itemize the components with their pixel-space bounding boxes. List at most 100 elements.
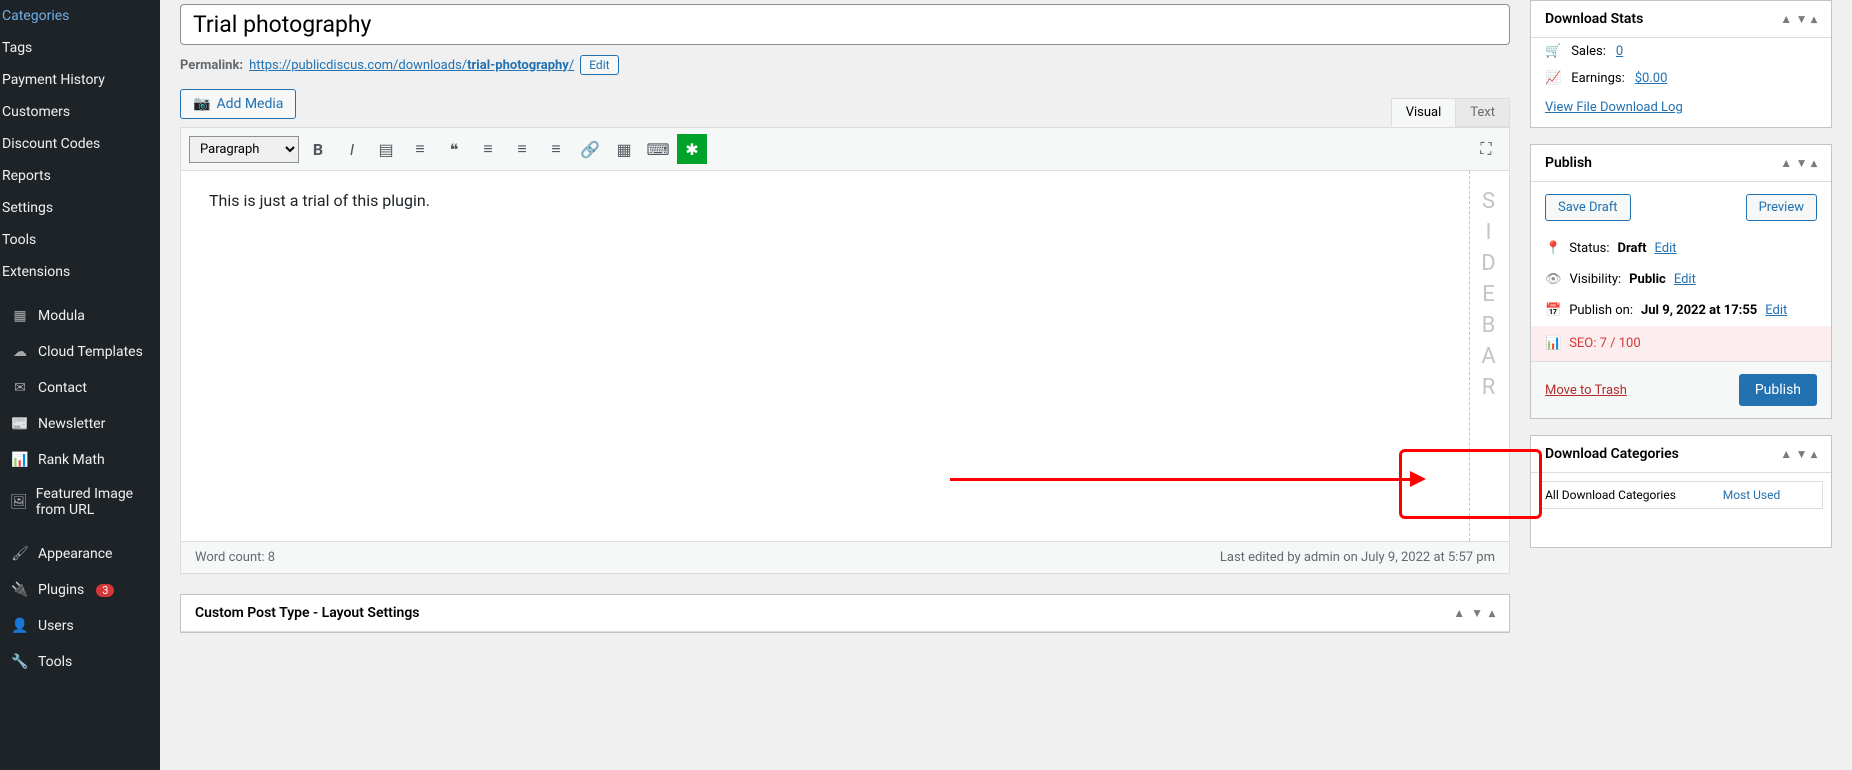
move-to-trash-link[interactable]: Move to Trash [1545,383,1627,398]
status-label: Status: [1569,241,1609,256]
publish-on-value: Jul 9, 2022 at 17:55 [1641,303,1757,318]
publish-title: Publish [1545,155,1592,171]
move-down-icon[interactable]: ▼ [1471,606,1483,620]
earnings-value[interactable]: $0.00 [1635,71,1668,86]
publish-on-edit-link[interactable]: Edit [1765,303,1787,318]
seo-score-row: 📊 SEO: 7 / 100 [1531,326,1831,361]
editor-toolbar: Paragraph B I ▤ ≡ ❝ ≡ ≡ ≡ 🔗 ▦ ⌨ ✱ ⛶ [181,128,1509,171]
download-stats-panel: Download Stats ▲ ▼ ▴ 🛒 Sales: 0 📈 Earnin… [1530,0,1832,128]
sidebar-customers[interactable]: Customers [0,96,160,128]
brush-icon: 🖌 [10,544,30,564]
visibility-label: Visibility: [1570,272,1622,287]
permalink-edit-button[interactable]: Edit [580,55,618,75]
toggle-icon[interactable]: ▴ [1811,447,1817,461]
view-download-log-link[interactable]: View File Download Log [1531,92,1831,127]
align-left-button[interactable]: ≡ [473,134,503,164]
tab-most-used[interactable]: Most Used [1681,482,1822,508]
permalink-url[interactable]: https://publicdiscus.com/downloads/trial… [249,58,574,73]
move-down-icon[interactable]: ▼ [1796,447,1808,461]
sidebar-contact[interactable]: ✉Contact [0,370,160,406]
earnings-label: Earnings: [1571,71,1625,86]
download-stats-title: Download Stats [1545,11,1643,27]
move-up-icon[interactable]: ▲ [1780,12,1792,26]
image-icon: 🖼 [10,492,28,512]
seo-score: SEO: 7 / 100 [1569,336,1640,351]
sidebar-categories[interactable]: Categories [0,0,160,32]
sidebar-settings[interactable]: Settings [0,192,160,224]
sidebar-reports[interactable]: Reports [0,160,160,192]
sidebar-tools[interactable]: Tools [0,224,160,256]
permalink-row: Permalink: https://publicdiscus.com/down… [180,55,1510,75]
sidebar-modula[interactable]: ▦Modula [0,298,160,334]
sidebar-payment-history[interactable]: Payment History [0,64,160,96]
more-button[interactable]: ▦ [609,134,639,164]
eye-icon: 👁 [1545,272,1562,287]
status-value: Draft [1618,241,1647,256]
bold-button[interactable]: B [303,134,333,164]
editor-content[interactable]: This is just a trial of this plugin. [181,171,1469,541]
editor-box: Paragraph B I ▤ ≡ ❝ ≡ ≡ ≡ 🔗 ▦ ⌨ ✱ ⛶ This… [180,127,1510,574]
preview-button[interactable]: Preview [1746,194,1817,221]
last-edited: Last edited by admin on July 9, 2022 at … [1220,550,1495,565]
align-center-button[interactable]: ≡ [507,134,537,164]
save-draft-button[interactable]: Save Draft [1545,194,1631,221]
align-right-button[interactable]: ≡ [541,134,571,164]
calendar-icon: 📅 [1545,303,1561,318]
admin-sidebar: Categories Tags Payment History Customer… [0,0,160,770]
move-up-icon[interactable]: ▲ [1780,156,1792,170]
plug-icon: 🔌 [10,580,30,600]
sales-value[interactable]: 0 [1616,44,1623,59]
annotation-arrow-line [950,478,1410,481]
grid-icon: ▦ [10,306,30,326]
link-button[interactable]: 🔗 [575,134,605,164]
toggle-icon[interactable]: ▴ [1489,606,1495,620]
sidebar-plugins[interactable]: 🔌Plugins3 [0,572,160,608]
move-up-icon[interactable]: ▲ [1780,447,1792,461]
sidebar-tags[interactable]: Tags [0,32,160,64]
wrench-icon: 🔧 [10,652,30,672]
move-up-icon[interactable]: ▲ [1453,606,1465,620]
sidebar-newsletter[interactable]: 📰Newsletter [0,406,160,442]
sidebar-extensions[interactable]: Extensions [0,256,160,288]
sidebar-appearance[interactable]: 🖌Appearance [0,536,160,572]
annotation-arrow-head [1410,471,1426,487]
sidebar-users[interactable]: 👤Users [0,608,160,644]
status-edit-link[interactable]: Edit [1655,241,1677,256]
tab-visual[interactable]: Visual [1391,98,1457,127]
move-down-icon[interactable]: ▼ [1796,12,1808,26]
publish-panel: Publish ▲ ▼ ▴ Save Draft Preview 📍 Statu… [1530,144,1832,419]
sidebar-rank-math[interactable]: 📊Rank Math [0,442,160,478]
sidebar-tools-bottom[interactable]: 🔧Tools [0,644,160,680]
tab-text[interactable]: Text [1455,98,1510,127]
tab-all-categories[interactable]: All Download Categories [1540,482,1681,508]
quote-button[interactable]: ❝ [439,134,469,164]
move-down-icon[interactable]: ▼ [1796,156,1808,170]
seo-icon: 📊 [1545,336,1561,351]
visibility-edit-link[interactable]: Edit [1674,272,1696,287]
chart-icon: 📊 [10,450,30,470]
sales-label: Sales: [1571,44,1606,59]
mail-icon: ✉ [10,378,30,398]
bullet-list-button[interactable]: ▤ [371,134,401,164]
toolbar-toggle-button[interactable]: ⌨ [643,134,673,164]
permalink-label: Permalink: [180,58,243,73]
number-list-button[interactable]: ≡ [405,134,435,164]
format-select[interactable]: Paragraph [189,136,299,163]
post-title-input[interactable] [180,4,1510,45]
sidebar-discount-codes[interactable]: Discount Codes [0,128,160,160]
cloud-icon: ☁ [10,342,30,362]
sidebar-cloud-templates[interactable]: ☁Cloud Templates [0,334,160,370]
categories-title: Download Categories [1545,446,1679,462]
publish-on-label: Publish on: [1569,303,1633,318]
chart-icon: 📈 [1545,71,1561,86]
publish-button[interactable]: Publish [1739,374,1817,406]
custom-post-type-title: Custom Post Type - Layout Settings [195,605,420,621]
rankmath-toolbar-button[interactable]: ✱ [677,134,707,164]
sidebar-featured-image[interactable]: 🖼Featured Image from URL [0,478,160,526]
download-categories-panel: Download Categories ▲ ▼ ▴ All Download C… [1530,435,1832,548]
italic-button[interactable]: I [337,134,367,164]
toggle-icon[interactable]: ▴ [1811,156,1817,170]
fullscreen-button[interactable]: ⛶ [1471,134,1501,164]
toggle-icon[interactable]: ▴ [1811,12,1817,26]
add-media-button[interactable]: 📷 Add Media [180,89,296,119]
